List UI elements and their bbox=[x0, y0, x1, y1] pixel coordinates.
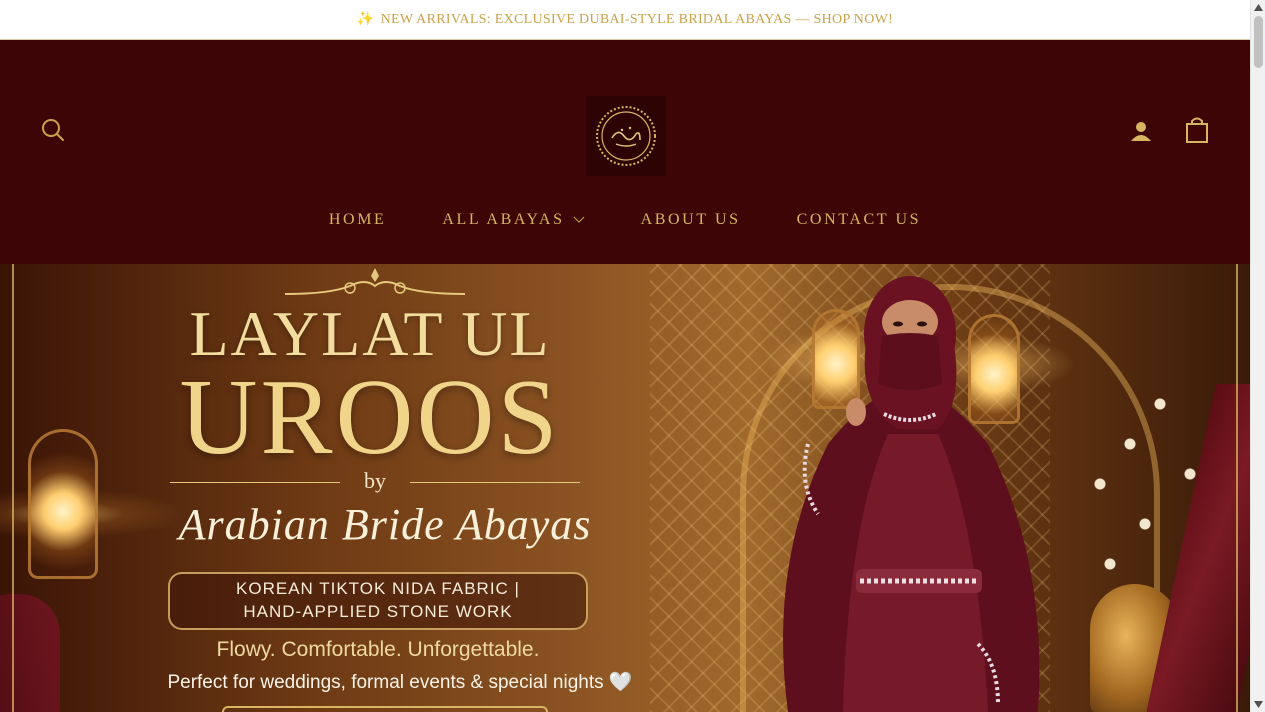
nav-item-label: CONTACT US bbox=[796, 211, 922, 228]
scroll-down-arrow-icon[interactable] bbox=[1254, 701, 1263, 708]
nav-item-home[interactable]: HOME bbox=[329, 211, 387, 229]
hero-title-line2: UROOS bbox=[179, 358, 561, 477]
main-navigation: HOME ALL ABAYAS ABOUT US CONTACT US bbox=[0, 208, 1250, 232]
announcement-text: NEW ARRIVALS: EXCLUSIVE DUBAI-STYLE BRID… bbox=[380, 11, 894, 27]
hero-brand-script: Arabian Bride Abayas bbox=[178, 500, 592, 549]
model-photo bbox=[783, 276, 1040, 712]
scroll-up-arrow-icon[interactable] bbox=[1254, 4, 1263, 11]
chevron-down-icon bbox=[573, 216, 585, 223]
site-logo[interactable] bbox=[586, 96, 666, 176]
cart-button[interactable] bbox=[1184, 116, 1210, 144]
badge-line: HAND-APPLIED STONE WORK bbox=[243, 602, 513, 621]
ornament-flourish bbox=[284, 268, 466, 295]
fabric-drape bbox=[0, 594, 60, 712]
search-icon bbox=[42, 119, 64, 141]
nav-item-contact-us[interactable]: CONTACT US bbox=[797, 211, 921, 229]
nav-item-about-us[interactable]: ABOUT US bbox=[641, 211, 741, 229]
lantern-illustration bbox=[28, 429, 98, 579]
sparkles-icon: ✨ bbox=[356, 12, 375, 27]
divider-line bbox=[170, 482, 340, 483]
account-button[interactable] bbox=[1128, 118, 1154, 144]
nav-item-label: ABOUT US bbox=[640, 211, 741, 228]
search-button[interactable] bbox=[40, 117, 66, 143]
announcement-bar[interactable]: ✨ NEW ARRIVALS: EXCLUSIVE DUBAI-STYLE BR… bbox=[0, 0, 1250, 40]
hero-banner[interactable]: LAYLAT UL UROOS by Arabian Bride Abayas … bbox=[0, 264, 1250, 712]
scrollbar-thumb[interactable] bbox=[1254, 16, 1263, 68]
hero-subtagline: Perfect for weddings, formal events & sp… bbox=[167, 672, 633, 693]
nav-item-label: ALL ABAYAS bbox=[442, 211, 565, 228]
badge-line: KOREAN TIKTOK NIDA FABRIC | bbox=[236, 579, 520, 599]
hero-cta-button[interactable] bbox=[222, 706, 548, 712]
logo-emblem bbox=[596, 106, 656, 166]
page-scrollbar[interactable] bbox=[1250, 0, 1265, 712]
user-icon bbox=[1131, 122, 1151, 141]
site-header: HOME ALL ABAYAS ABOUT US CONTACT US bbox=[0, 40, 1250, 264]
fabric-badge: KOREAN TIKTOK NIDA FABRIC | HAND-APPLIED… bbox=[168, 572, 588, 630]
nav-item-all-abayas[interactable]: ALL ABAYAS bbox=[442, 211, 585, 229]
divider-line bbox=[410, 482, 580, 483]
shopping-bag-icon bbox=[1186, 117, 1208, 143]
hero-by-text: by bbox=[364, 468, 386, 493]
nav-item-label: HOME bbox=[328, 211, 387, 228]
hero-tagline: Flowy. Comfortable. Unforgettable. bbox=[216, 638, 540, 661]
hero-title-line1: LAYLAT UL bbox=[189, 298, 551, 369]
